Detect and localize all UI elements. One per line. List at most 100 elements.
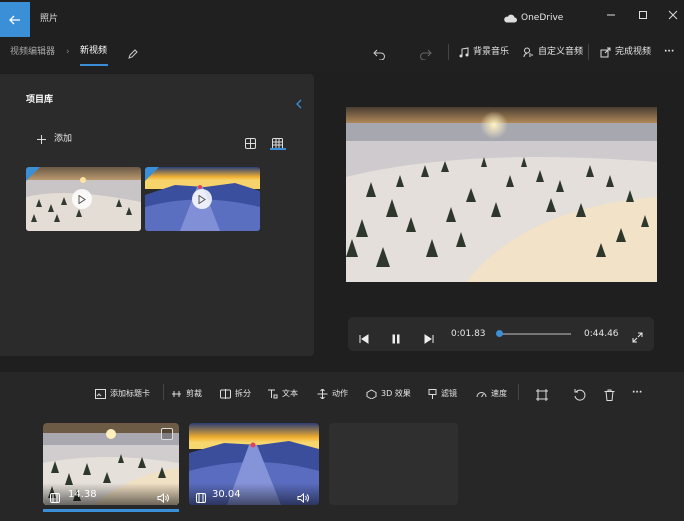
onedrive-status[interactable]: OneDrive (503, 14, 563, 23)
rename-button[interactable] (127, 45, 139, 64)
clip-duration: 30.04 (212, 489, 241, 500)
storyboard-more-button[interactable]: ··· (632, 389, 642, 398)
redo-button[interactable] (419, 45, 432, 64)
arrow-left-icon (9, 15, 20, 24)
clip-select-checkbox[interactable] (161, 428, 173, 440)
large-grid-view-button[interactable] (272, 134, 283, 153)
play-overlay-button[interactable] (192, 189, 212, 209)
rotate-icon (574, 389, 586, 401)
total-time: 0:44.46 (584, 329, 619, 339)
grid-icon (245, 138, 256, 149)
undo-button[interactable] (373, 45, 386, 64)
rotate-button[interactable] (574, 386, 586, 405)
split-icon (220, 388, 231, 399)
minimize-button[interactable] (603, 8, 619, 22)
trash-icon (604, 389, 615, 401)
more-options-button[interactable]: ··· (664, 48, 674, 57)
toolbar-divider (163, 384, 164, 400)
undo-icon (373, 49, 385, 61)
trim-label: 剪裁 (186, 389, 202, 398)
pencil-icon (128, 49, 138, 59)
redo-icon (420, 49, 432, 61)
step-back-icon (359, 334, 369, 344)
trim-icon (172, 390, 181, 397)
small-grid-view-button[interactable] (245, 134, 256, 153)
motion-icon (317, 388, 328, 399)
minimize-icon (607, 14, 615, 16)
play-overlay-button[interactable] (72, 189, 92, 209)
filters-label: 滤镜 (441, 389, 457, 398)
empty-clip-slot[interactable] (329, 423, 458, 505)
background-music-label: 背景音乐 (473, 47, 510, 57)
library-title: 项目库 (26, 95, 54, 105)
pause-icon (392, 334, 400, 344)
plus-icon (37, 135, 46, 144)
library-item-video-2[interactable] (145, 167, 260, 231)
trim-button[interactable]: 剪裁 (171, 388, 202, 399)
next-frame-button[interactable] (424, 329, 434, 348)
speed-button[interactable]: 速度 (476, 388, 507, 399)
filter-icon (428, 388, 437, 399)
split-label: 拆分 (235, 389, 251, 398)
crop-button[interactable] (536, 386, 548, 405)
speed-label: 速度 (491, 389, 507, 398)
motion-button[interactable]: 动作 (317, 388, 348, 399)
text-icon (268, 389, 278, 398)
close-icon (668, 10, 678, 20)
clip-volume-button[interactable] (157, 488, 169, 505)
onedrive-label: OneDrive (521, 13, 564, 23)
toolbar-divider (588, 44, 589, 60)
cloud-icon (504, 14, 517, 23)
background-music-button[interactable]: 背景音乐 (459, 47, 509, 58)
custom-audio-icon (523, 47, 533, 58)
speaker-icon (157, 492, 169, 504)
video-clip-icon (50, 488, 60, 505)
add-media-button[interactable]: 添加 (37, 135, 72, 144)
fullscreen-button[interactable] (632, 328, 643, 347)
library-item-video-1[interactable] (26, 167, 141, 231)
breadcrumb-parent[interactable]: 视频编辑器 (10, 48, 55, 57)
step-forward-icon (424, 334, 434, 344)
storyboard-clip-1[interactable]: 14.38 (43, 423, 179, 505)
3d-effects-button[interactable]: 3D 效果 (366, 388, 411, 399)
text-button[interactable]: 文本 (267, 388, 298, 399)
3d-effects-icon (366, 388, 377, 399)
motion-label: 动作 (332, 389, 348, 398)
previous-frame-button[interactable] (359, 329, 369, 348)
finish-video-label: 完成视频 (615, 47, 652, 57)
toolbar-divider (518, 384, 519, 400)
toolbar-divider (448, 44, 449, 60)
speaker-icon (297, 492, 309, 504)
view-selected-indicator (270, 148, 286, 150)
export-icon (600, 47, 611, 58)
title-card-icon (95, 388, 106, 399)
add-title-card-label: 添加标题卡 (110, 389, 150, 398)
collapse-library-button[interactable] (295, 94, 303, 113)
pause-button[interactable] (391, 329, 401, 348)
delete-button[interactable] (604, 386, 615, 405)
finish-video-button[interactable]: 完成视频 (600, 47, 651, 58)
selection-corner (145, 167, 159, 181)
filters-button[interactable]: 滤镜 (428, 388, 457, 399)
video-preview[interactable] (346, 107, 657, 282)
speed-icon (476, 391, 487, 397)
seek-bar[interactable] (496, 330, 571, 337)
add-title-card-button[interactable]: 添加标题卡 (95, 388, 150, 399)
crop-icon (536, 389, 548, 401)
clip-volume-button[interactable] (297, 488, 309, 505)
breadcrumb-separator-icon: › (66, 47, 70, 57)
title-bar (0, 0, 684, 38)
clip-duration: 14.38 (68, 489, 97, 500)
storyboard-clip-2[interactable]: 30.04 (189, 423, 319, 505)
expand-icon (632, 332, 643, 343)
breadcrumb-current: 新视频 (80, 46, 108, 56)
3d-effects-label: 3D 效果 (381, 389, 411, 398)
split-button[interactable]: 拆分 (220, 388, 251, 399)
add-media-label: 添加 (54, 134, 73, 144)
close-button[interactable] (665, 8, 681, 22)
maximize-button[interactable] (635, 8, 651, 22)
maximize-icon (639, 11, 647, 19)
chevron-left-icon (296, 99, 302, 109)
custom-audio-button[interactable]: 自定义音频 (523, 47, 583, 58)
back-button[interactable] (0, 2, 30, 37)
